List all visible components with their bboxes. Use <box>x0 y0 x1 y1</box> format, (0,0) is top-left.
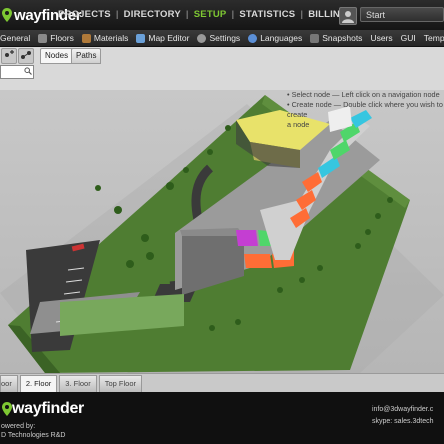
contact-skype: skype: sales.3dtech <box>372 418 434 425</box>
floors-icon <box>38 33 48 43</box>
tab-map-editor[interactable]: Map Editor <box>136 33 189 43</box>
map-viewport[interactable]: • Select node — Left click on a navigati… <box>0 90 444 373</box>
editor-instructions: • Select node — Left click on a navigati… <box>287 90 444 130</box>
section-tabs: General Floors Materials Map Editor Sett… <box>0 30 444 47</box>
floor-selector: oor 2. Floor 3. Floor Top Floor <box>0 373 444 393</box>
link-node-icon <box>21 51 31 59</box>
tab-snapshots[interactable]: Snapshots <box>310 33 362 43</box>
floor-tab-2[interactable]: 2. Floor <box>19 375 58 393</box>
tab-general[interactable]: General <box>0 33 30 43</box>
nav-statistics[interactable]: STATISTICS <box>239 9 295 20</box>
subtab-paths[interactable]: Paths <box>71 48 102 64</box>
user-icon <box>342 11 354 23</box>
camera-icon <box>310 33 320 43</box>
app-footer: wayfinder owered by: D Technologies R&D … <box>0 392 444 444</box>
nav-projects[interactable]: PROJECTS <box>58 9 111 20</box>
search-icon[interactable] <box>24 67 32 75</box>
nav-directory[interactable]: DIRECTORY <box>124 9 181 20</box>
tab-materials[interactable]: Materials <box>81 33 128 43</box>
contact-email[interactable]: info@3dwayfinder.c <box>372 405 433 414</box>
editor-toolbar: Nodes Paths <box>0 47 444 91</box>
add-node-icon <box>5 50 14 57</box>
tab-templates[interactable]: Templates <box>424 33 444 43</box>
tab-languages[interactable]: Languages <box>248 33 302 43</box>
materials-icon <box>81 33 91 43</box>
tab-users[interactable]: Users <box>370 33 392 43</box>
languages-icon <box>248 33 258 43</box>
footer-logo: wayfinder <box>2 400 84 418</box>
tab-gui[interactable]: GUI <box>401 33 416 43</box>
floor-tab-3[interactable]: 3. Floor <box>59 375 97 393</box>
tab-floors[interactable]: Floors <box>38 33 74 43</box>
map-editor-icon <box>136 33 146 43</box>
wayfinder-logo-icon <box>2 8 12 22</box>
subtab-nodes[interactable]: Nodes <box>40 48 74 64</box>
footer-logo-text: wayfinder <box>12 400 84 417</box>
start-button[interactable]: Start <box>360 7 444 22</box>
powered-by-label: owered by: <box>1 423 36 430</box>
instruction-select: • Select node — Left click on a navigati… <box>287 90 440 99</box>
tab-settings[interactable]: Settings <box>197 33 240 43</box>
instruction-create: • Create node — Double click where you w… <box>287 100 443 119</box>
link-node-button[interactable] <box>18 48 34 64</box>
settings-icon <box>197 33 207 43</box>
nav-setup[interactable]: SETUP <box>194 9 227 20</box>
floor-tab-top[interactable]: Top Floor <box>98 375 142 393</box>
app-header: wayfinder PROJECTS | DIRECTORY | SETUP |… <box>0 0 444 31</box>
building-map-render <box>0 95 444 373</box>
top-nav: PROJECTS | DIRECTORY | SETUP | STATISTIC… <box>58 9 348 20</box>
company-name: D Technologies R&D <box>1 432 66 439</box>
add-node-button[interactable] <box>1 48 17 64</box>
floor-tab-1[interactable]: oor <box>0 375 18 393</box>
user-button[interactable] <box>339 7 357 25</box>
instruction-create-cont: a node <box>287 120 310 129</box>
footer-logo-icon <box>2 402 12 416</box>
